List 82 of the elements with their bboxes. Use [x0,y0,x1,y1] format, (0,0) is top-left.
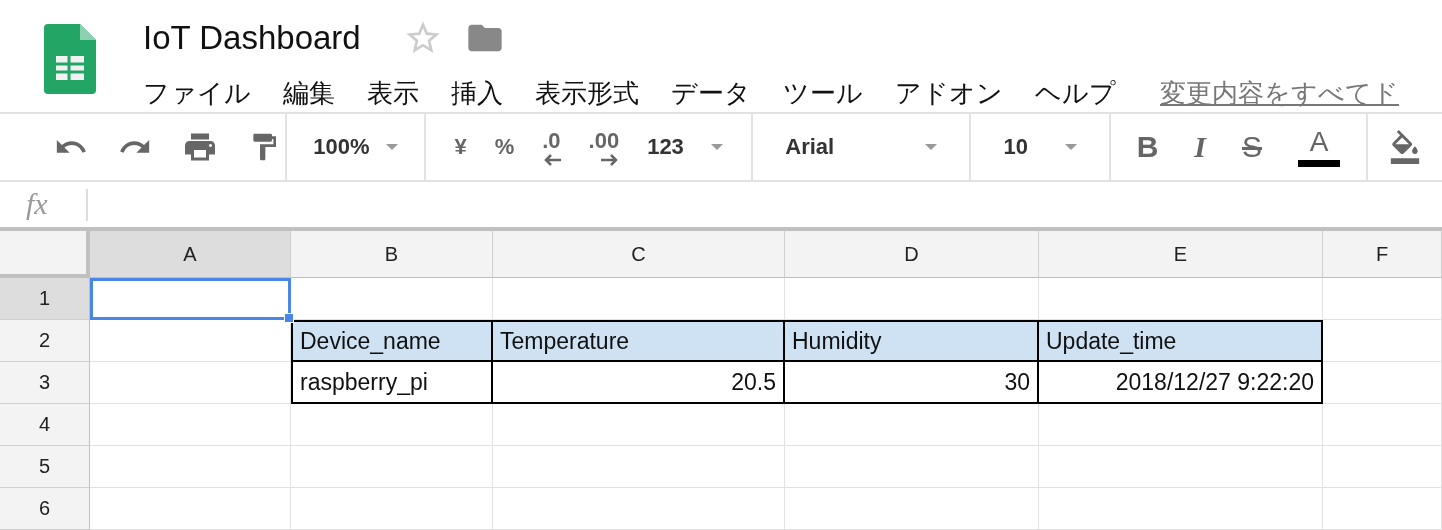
table-cell[interactable]: Device_name [291,320,493,362]
table-cell[interactable] [90,278,291,320]
menu-item[interactable]: ファイル [143,76,251,111]
table-cell[interactable] [1323,488,1442,530]
row-header[interactable]: 2 [0,320,90,362]
italic-button[interactable]: I [1194,129,1206,164]
caret-icon [711,143,724,150]
column-header[interactable]: A [90,231,291,278]
column-header[interactable]: E [1039,231,1323,278]
table-cell[interactable] [493,404,785,446]
table-cell[interactable] [493,278,785,320]
strikethrough-button[interactable]: S [1242,129,1262,164]
table-cell[interactable] [1323,278,1442,320]
menu-item[interactable]: 編集 [283,76,335,111]
fill-handle[interactable] [284,313,294,323]
table-cell[interactable]: Update_time [1039,320,1323,362]
increase-decimal-button[interactable]: .00 [588,127,620,166]
menu-item[interactable]: 挿入 [451,76,503,111]
table-cell[interactable] [493,488,785,530]
table-cell[interactable] [1323,320,1442,362]
menu-item[interactable]: 表示形式 [535,76,639,111]
menu-item[interactable]: 表示 [367,76,419,111]
fill-color-icon[interactable] [1388,129,1422,164]
table-cell[interactable] [1039,446,1323,488]
menu-item[interactable]: データ [671,76,751,111]
table-cell[interactable]: 2018/12/27 9:22:20 [1039,362,1323,404]
table-cell[interactable] [291,278,493,320]
table-cell[interactable] [1039,278,1323,320]
column-header[interactable]: C [493,231,785,278]
font-dropdown[interactable]: Arial [785,133,938,160]
table-cell[interactable] [1039,488,1323,530]
decrease-decimal-button[interactable]: .0 [542,127,561,166]
table-cell[interactable]: 20.5 [493,362,785,404]
bold-button[interactable]: B [1136,129,1159,164]
grid-corner[interactable] [0,231,90,278]
table-cell[interactable] [90,446,291,488]
table-cell[interactable] [1323,446,1442,488]
row-header[interactable]: 6 [0,488,90,530]
table-cell[interactable]: Humidity [785,320,1039,362]
row-header[interactable]: 3 [0,362,90,404]
text-color-button[interactable]: A [1298,126,1340,168]
table-cell[interactable] [1039,404,1323,446]
caret-icon [1064,143,1077,150]
font-size-dropdown[interactable]: 10 [1003,133,1077,160]
table-cell[interactable]: Temperature [493,320,785,362]
caret-icon [925,143,938,150]
column-header[interactable]: B [291,231,493,278]
table-cell[interactable] [1323,362,1442,404]
zoom-dropdown[interactable]: 100% [313,133,399,160]
right-arrow-icon [601,153,620,166]
table-cell[interactable] [90,320,291,362]
formula-label: fx [0,188,88,221]
table-cell[interactable] [90,488,291,530]
table-cell[interactable]: 30 [785,362,1039,404]
row-header[interactable]: 1 [0,278,90,320]
column-header[interactable]: D [785,231,1039,278]
currency-button[interactable]: ¥ [454,133,467,160]
table-cell[interactable] [785,488,1039,530]
table-cell[interactable] [291,446,493,488]
caret-icon [386,143,399,150]
table-cell[interactable] [493,446,785,488]
save-status-link[interactable]: 変更内容をすべてド [1160,76,1399,111]
row-header[interactable]: 5 [0,446,90,488]
left-arrow-icon [542,153,561,166]
table-cell[interactable] [291,404,493,446]
table-cell[interactable] [1323,404,1442,446]
row-header[interactable]: 4 [0,404,90,446]
menu-item[interactable]: ヘルプ [1035,76,1116,111]
column-header[interactable]: F [1323,231,1442,278]
menu-item[interactable]: アドオン [895,76,1003,111]
table-cell[interactable] [291,488,493,530]
document-title[interactable]: IoT Dashboard [143,19,361,57]
table-cell[interactable] [785,278,1039,320]
more-formats-dropdown[interactable]: 123 [647,133,724,160]
table-cell[interactable]: raspberry_pi [291,362,493,404]
table-cell[interactable] [90,362,291,404]
menu-item[interactable]: ツール [783,76,863,111]
table-cell[interactable] [785,404,1039,446]
table-cell[interactable] [90,404,291,446]
table-cell[interactable] [785,446,1039,488]
percent-button[interactable]: % [494,133,515,160]
spreadsheet-logo-icon[interactable] [44,24,96,94]
